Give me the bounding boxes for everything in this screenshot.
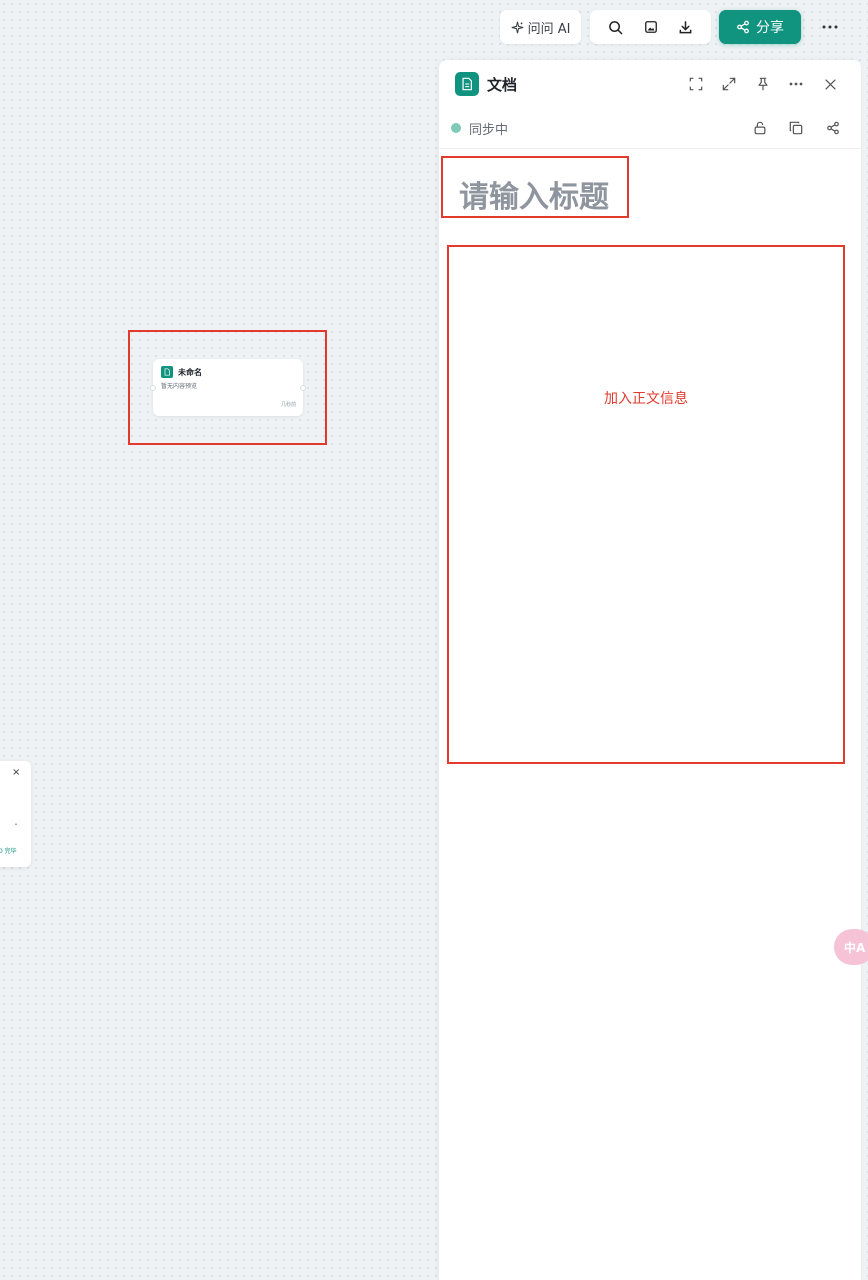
body-annotation-text: 加入正文信息 <box>604 391 688 407</box>
share-icon <box>737 20 749 34</box>
expand-button[interactable] <box>717 72 741 96</box>
translate-button[interactable]: 中A <box>834 929 868 965</box>
document-icon <box>455 72 479 96</box>
sync-status-dot <box>451 123 461 133</box>
chevron-up-icon[interactable]: ˆ <box>14 823 18 832</box>
sync-status-text: 同步中 <box>469 123 509 138</box>
left-popup: × ˆ O 完毕 <box>0 761 31 867</box>
more-options-button[interactable] <box>815 12 845 42</box>
title-annotation-box: 请输入标题 <box>441 156 629 218</box>
sparkle-icon <box>511 21 523 33</box>
copy-button[interactable] <box>784 116 808 140</box>
search-icon <box>609 20 623 34</box>
pin-button[interactable] <box>751 72 775 96</box>
popup-status-label: O 完毕 <box>0 848 17 855</box>
share-button[interactable]: 分享 <box>719 10 801 44</box>
share-icon <box>827 121 839 135</box>
search-button[interactable] <box>602 13 630 41</box>
close-icon[interactable]: × <box>12 767 20 778</box>
node-title: 未命名 <box>178 368 202 377</box>
body-annotation-box[interactable]: 加入正文信息 <box>447 245 845 764</box>
close-panel-button[interactable] <box>818 72 842 96</box>
connection-handle-left[interactable] <box>150 385 156 391</box>
panel-share-button[interactable] <box>821 116 845 140</box>
status-row: 同步中 <box>439 108 861 149</box>
unlock-icon <box>754 121 766 135</box>
copy-icon <box>789 121 803 135</box>
connection-handle-right[interactable] <box>300 385 306 391</box>
node-preview: 暂无内容预览 <box>161 383 198 390</box>
image-icon <box>644 21 657 33</box>
lock-button[interactable] <box>748 116 772 140</box>
fullscreen-button[interactable] <box>684 72 708 96</box>
download-icon <box>679 20 692 33</box>
doc-node-card[interactable]: 未命名 暂无内容预览 几秒前 <box>150 359 306 416</box>
expand-icon <box>722 77 736 91</box>
share-label: 分享 <box>756 20 784 36</box>
ask-ai-label: 问问 AI <box>527 21 571 37</box>
more-horizontal-icon <box>789 82 803 86</box>
node-time: 几秒前 <box>280 402 296 408</box>
fullscreen-icon <box>689 77 703 91</box>
document-panel: 文档 同步中 请输入标题 加入正文信息 <box>439 60 861 1280</box>
panel-title: 文档 <box>487 76 518 94</box>
image-button[interactable] <box>637 13 665 41</box>
more-horizontal-icon <box>822 25 838 29</box>
document-icon <box>161 366 173 378</box>
doc-title-input[interactable]: 请输入标题 <box>459 172 609 216</box>
pin-icon <box>758 77 768 91</box>
panel-header: 文档 <box>439 60 861 108</box>
toolbar-group <box>590 10 711 44</box>
panel-more-button[interactable] <box>784 72 808 96</box>
download-button[interactable] <box>672 13 700 41</box>
translate-icon: 中A <box>844 940 866 955</box>
close-icon <box>824 78 836 90</box>
ask-ai-button[interactable]: 问问 AI <box>500 10 581 44</box>
